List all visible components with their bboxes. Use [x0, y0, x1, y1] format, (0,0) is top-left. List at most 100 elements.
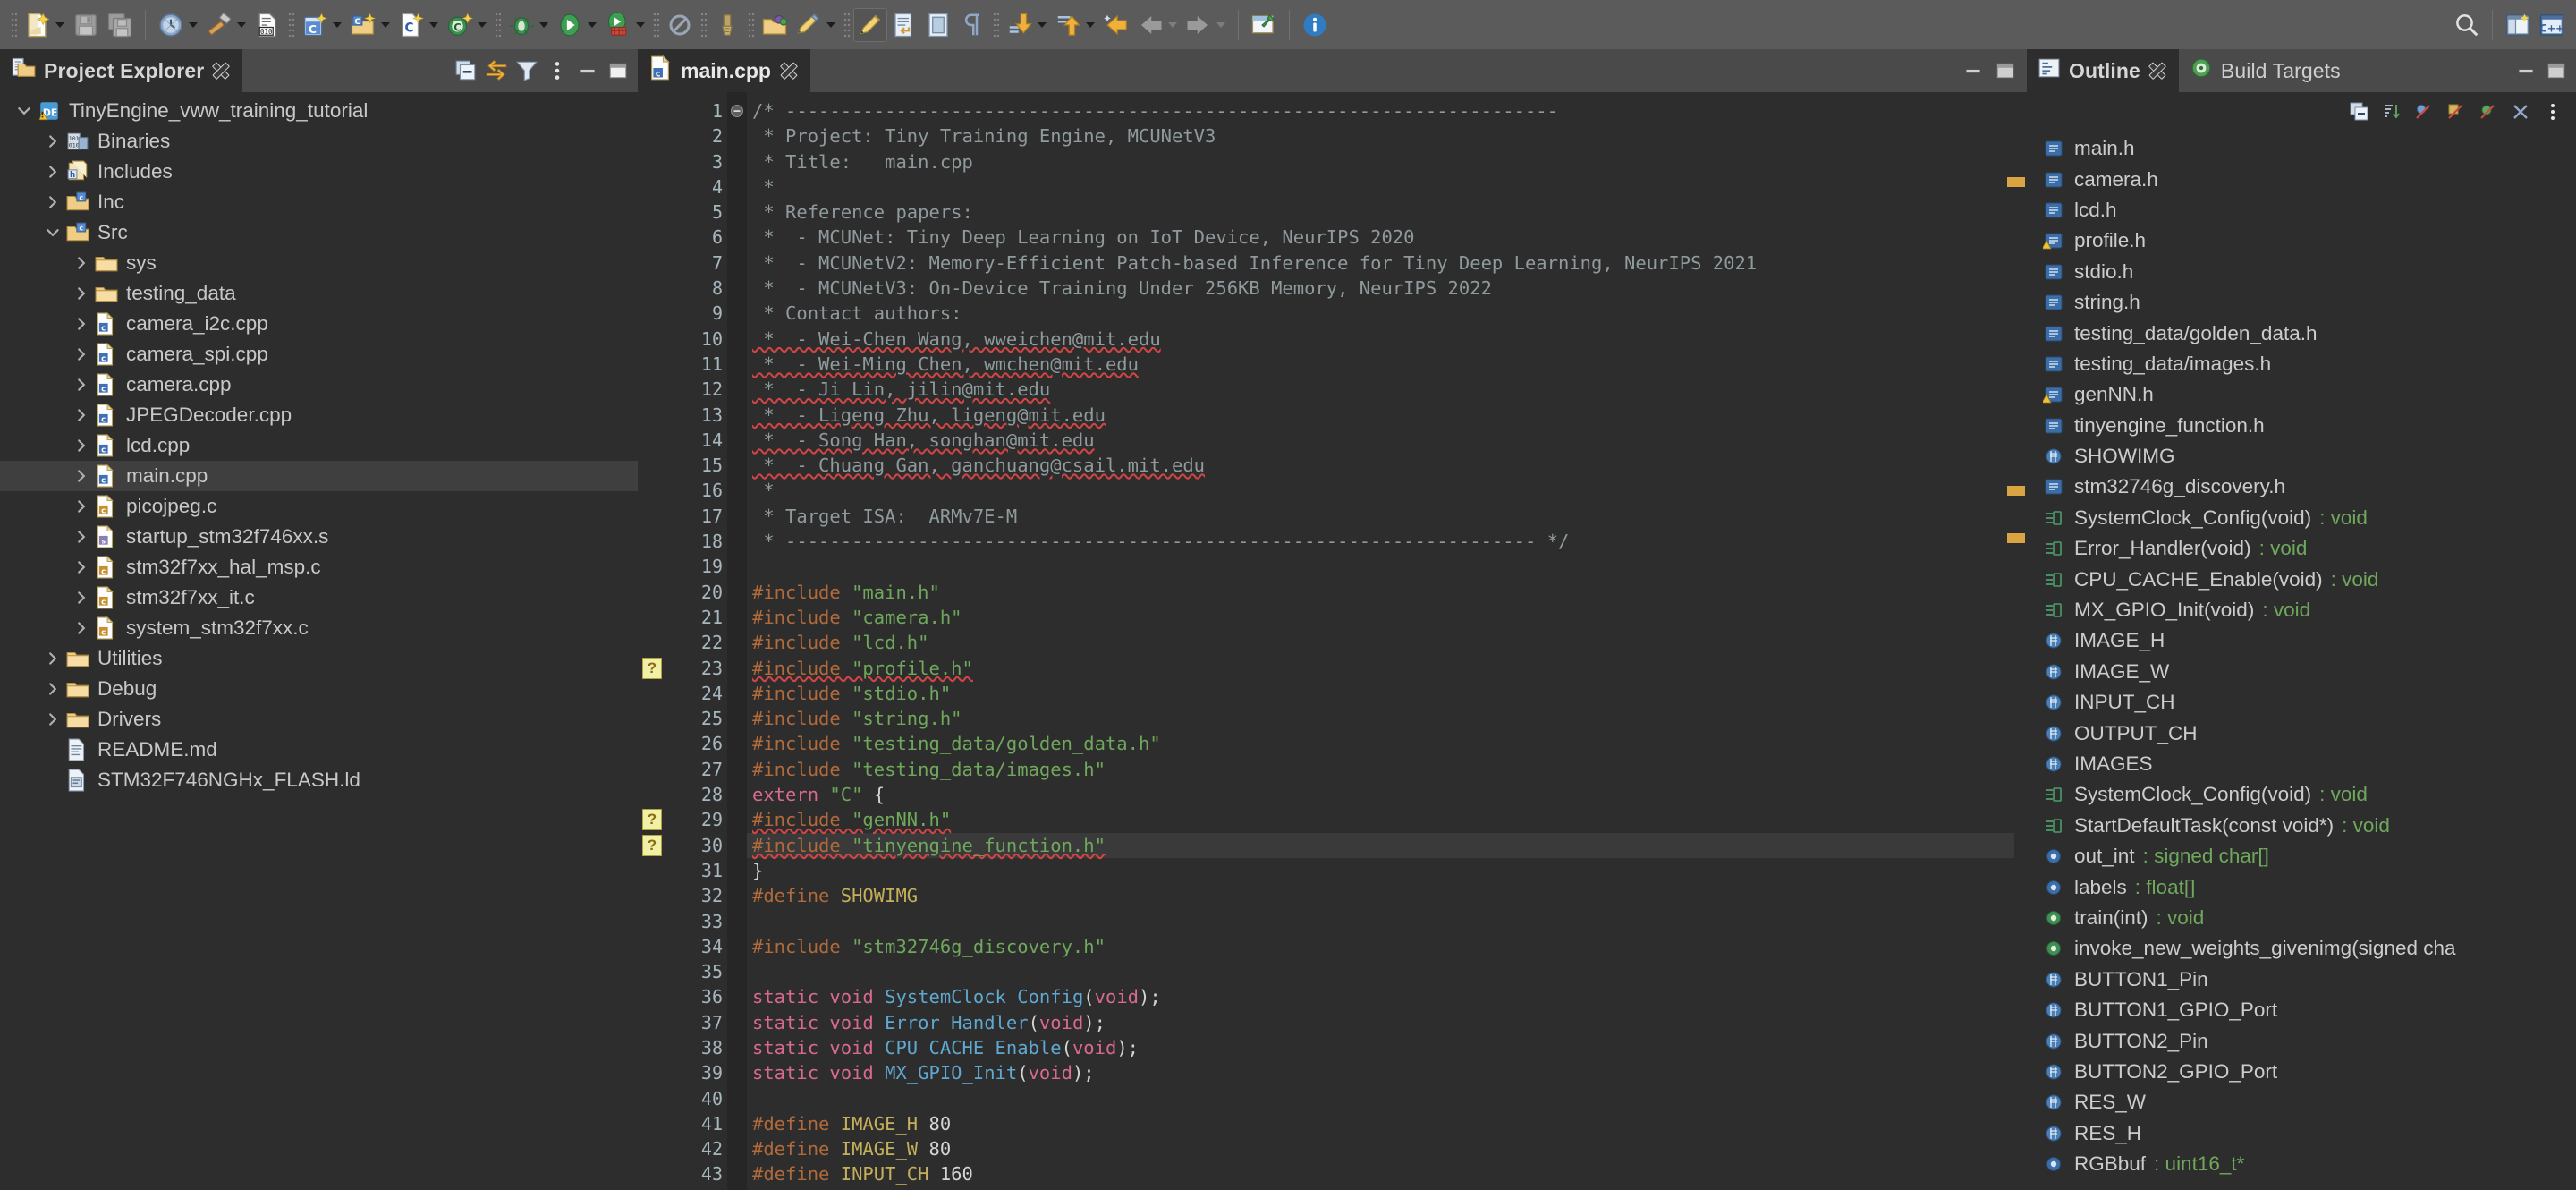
save-all-button[interactable]	[103, 8, 137, 42]
new-wizard-dropdown-arrow[interactable]	[55, 22, 64, 28]
tree-item-lcd-cpp[interactable]: clcd.cpp	[0, 430, 638, 461]
forward-button[interactable]	[1182, 8, 1216, 42]
pin-editor-button[interactable]	[1247, 8, 1281, 42]
outline-item[interactable]: StartDefaultTask(const void*) : void	[2027, 811, 2576, 841]
hide-inactive-button[interactable]	[2506, 98, 2535, 126]
code-line[interactable]: #include "genNN.h"	[747, 807, 2014, 832]
outline-item[interactable]: INPUT_CH	[2027, 687, 2576, 718]
tab-project-explorer[interactable]: Project Explorer	[0, 49, 242, 92]
back-button[interactable]	[1133, 8, 1167, 42]
collapse-all-button[interactable]	[452, 55, 480, 86]
code-line[interactable]: * - Wei-Chen Wang, wweichen@mit.edu	[747, 327, 2014, 352]
outline-item[interactable]: tinyengine_function.h	[2027, 411, 2576, 441]
outline-item[interactable]: string.h	[2027, 287, 2576, 318]
code-line[interactable]: #include "testing_data/golden_data.h"	[747, 731, 2014, 756]
previous-annotation-dropdown-arrow[interactable]	[1086, 22, 1095, 28]
tree-item-main-cpp[interactable]: cmain.cpp	[0, 461, 638, 491]
outline-item[interactable]: RES_H	[2027, 1118, 2576, 1149]
outline-item[interactable]: out_int : signed char[]	[2027, 841, 2576, 871]
code-line[interactable]	[747, 554, 2014, 579]
code-line[interactable]: #define IMAGE_H 80	[747, 1111, 2014, 1136]
code-line[interactable]: * - Chuang Gan, ganchuang@csail.mit.edu	[747, 453, 2014, 478]
chevron-right-icon[interactable]	[41, 674, 64, 704]
code-line[interactable]: *	[747, 478, 2014, 503]
tree-item-includes[interactable]: hIncludes	[0, 157, 638, 187]
tree-item-binaries[interactable]: 101010Binaries	[0, 126, 638, 157]
outline-item[interactable]: Error_Handler(void) : void	[2027, 533, 2576, 564]
maximize-view-button[interactable]	[604, 55, 632, 86]
next-annotation-dropdown-arrow[interactable]	[1038, 22, 1046, 28]
code-line[interactable]: * Title: main.cpp	[747, 149, 2014, 174]
tree-item-stm32f746nghx-flash-ld[interactable]: STM32F746NGHx_FLASH.ld	[0, 765, 638, 795]
code-line[interactable]: static void CPU_CACHE_Enable(void);	[747, 1035, 2014, 1060]
outline-item[interactable]: IMAGE_W	[2027, 657, 2576, 687]
code-line[interactable]: #include "stdio.h"	[747, 681, 2014, 706]
back-dropdown-arrow[interactable]	[1168, 22, 1177, 28]
chevron-down-icon[interactable]	[41, 217, 64, 248]
build-dropdown-arrow[interactable]	[237, 22, 246, 28]
tree-item-picojpeg-c[interactable]: cpicojpeg.c	[0, 491, 638, 522]
code-line[interactable]: #define IMAGE_W 80	[747, 1136, 2014, 1161]
project-tree[interactable]: DE!TinyEngine_vww_training_tutorial10101…	[0, 92, 638, 1190]
chevron-right-icon[interactable]	[70, 248, 93, 278]
chevron-right-icon[interactable]	[70, 582, 93, 613]
tree-item-readme-md[interactable]: README.md	[0, 735, 638, 765]
outline-item[interactable]: stm32746g_discovery.h	[2027, 472, 2576, 502]
chevron-right-icon[interactable]	[70, 461, 93, 491]
close-icon[interactable]	[212, 62, 230, 80]
run-dropdown-arrow[interactable]	[588, 22, 597, 28]
new-c-cpp-source-file-dropdown-arrow[interactable]	[429, 22, 438, 28]
code-line[interactable]: * Contact authors:	[747, 301, 2014, 326]
code-line[interactable]: #include "tinyengine_function.h"	[747, 833, 2014, 858]
code-line[interactable]	[747, 959, 2014, 984]
outline-item[interactable]: RGBbuf : uint16_t*	[2027, 1149, 2576, 1179]
chevron-right-icon[interactable]	[41, 126, 64, 157]
outline-item[interactable]: profile.h	[2027, 225, 2576, 256]
cpp-perspective-button[interactable]: C++	[2535, 8, 2569, 42]
code-line[interactable]: * Target ISA: ARMv7E-M	[747, 504, 2014, 529]
outline-item[interactable]: SystemClock_Config(void) : void	[2027, 779, 2576, 810]
view-menu-button[interactable]	[2538, 98, 2567, 126]
filter-funnel-button[interactable]	[513, 55, 541, 86]
outline-item[interactable]: main.h	[2027, 133, 2576, 164]
chevron-right-icon[interactable]	[70, 370, 93, 400]
previous-annotation-button[interactable]	[1051, 8, 1085, 42]
tree-item-src[interactable]: cSrc	[0, 217, 638, 248]
tab-outline[interactable]: Outline	[2027, 49, 2179, 92]
open-perspective-button[interactable]	[2501, 8, 2535, 42]
tree-item-utilities[interactable]: Utilities	[0, 643, 638, 674]
new-class-button[interactable]: C	[443, 8, 477, 42]
outline-item[interactable]: BUTTON1_Pin	[2027, 965, 2576, 995]
tree-item-stm32f7xx-hal-msp-c[interactable]: cstm32f7xx_hal_msp.c	[0, 552, 638, 582]
overview-ruler-mark[interactable]	[2007, 177, 2025, 187]
code-line[interactable]: #define SHOWIMG	[747, 883, 2014, 908]
code-line[interactable]: static void SystemClock_Config(void);	[747, 984, 2014, 1009]
code-line[interactable]: #include "string.h"	[747, 706, 2014, 731]
fold-collapse-icon[interactable]	[727, 98, 747, 123]
code-line[interactable]: /* -------------------------------------…	[747, 98, 2014, 123]
tree-item-drivers[interactable]: Drivers	[0, 704, 638, 735]
search-icon[interactable]	[2450, 8, 2484, 42]
new-file-from-template-button[interactable]: 010	[250, 8, 284, 42]
collapse-all-button[interactable]	[2345, 98, 2374, 126]
open-type-button[interactable]	[758, 8, 792, 42]
code-line[interactable]: * - Song Han, songhan@mit.edu	[747, 428, 2014, 453]
warning-marker-icon[interactable]: ?	[640, 808, 664, 831]
tree-item-system-stm32f7xx-c[interactable]: csystem_stm32f7xx.c	[0, 613, 638, 643]
code-line[interactable]: #include "lcd.h"	[747, 630, 2014, 655]
tree-item-camera-i2c-cpp[interactable]: ccamera_i2c.cpp	[0, 309, 638, 339]
code-line[interactable]: * - MCUNetV3: On-Device Training Under 2…	[747, 276, 2014, 301]
new-c-cpp-project-dropdown-arrow[interactable]	[333, 22, 342, 28]
maximize-editor-button[interactable]	[1991, 55, 2020, 86]
outline-item[interactable]: genNN.h	[2027, 379, 2576, 410]
toolbar-drag-handle-4[interactable]	[653, 12, 659, 38]
save-button[interactable]	[69, 8, 103, 42]
minimize-editor-button[interactable]	[1959, 55, 1987, 86]
code-line[interactable]	[747, 909, 2014, 934]
info-button[interactable]	[1298, 8, 1332, 42]
close-icon[interactable]	[2148, 62, 2166, 80]
chevron-right-icon[interactable]	[70, 278, 93, 309]
chevron-down-icon[interactable]	[13, 96, 36, 126]
chevron-right-icon[interactable]	[41, 157, 64, 187]
maximize-view-button[interactable]	[2542, 55, 2571, 86]
